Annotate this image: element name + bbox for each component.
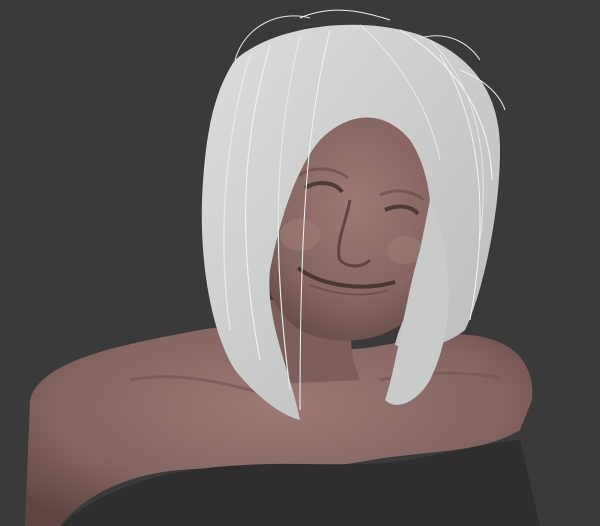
3d-viewport[interactable] [0,0,600,526]
render-canvas[interactable] [0,0,600,526]
